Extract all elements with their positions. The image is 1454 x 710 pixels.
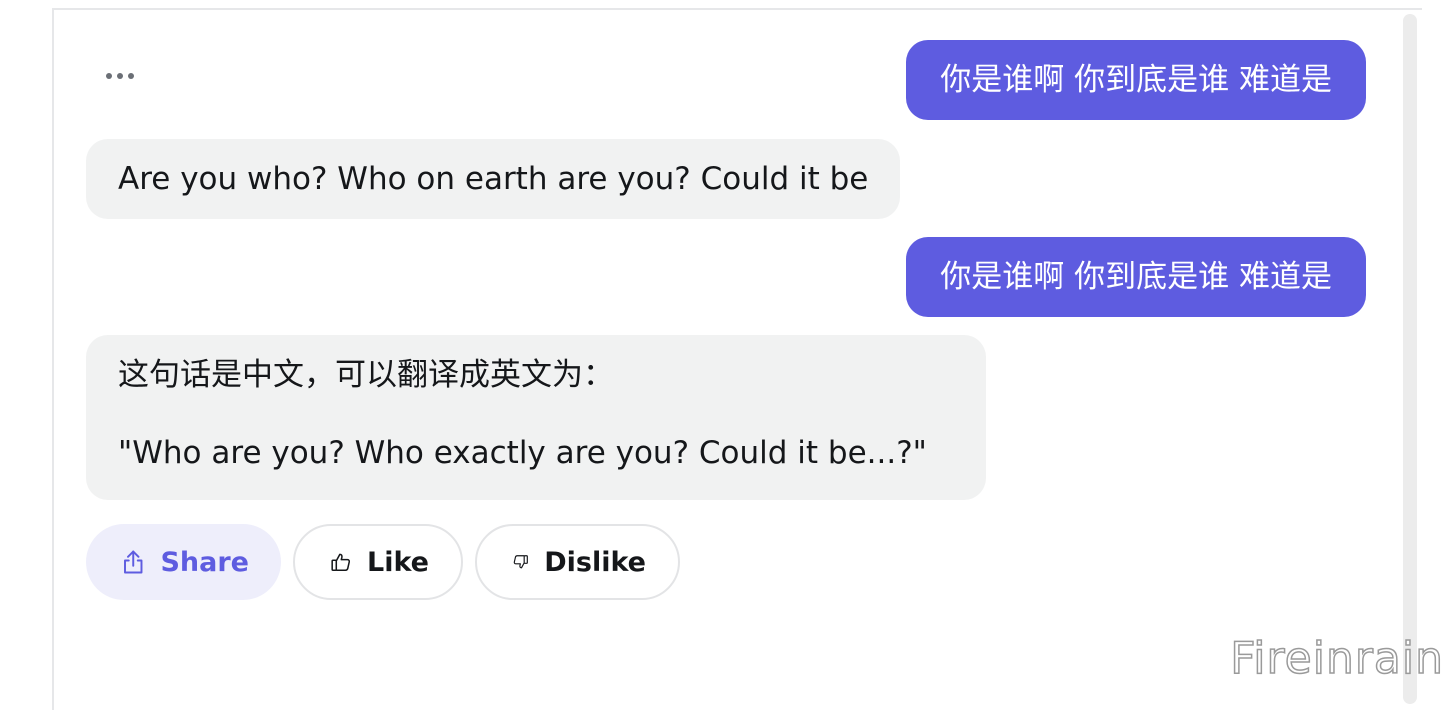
more-dot [128, 73, 134, 79]
assistant-message-line: 这句话是中文，可以翻译成英文为： [118, 355, 954, 395]
thumbs-up-icon [331, 546, 351, 578]
like-label: Like [367, 547, 429, 578]
user-message: 你是谁啊 你到底是谁 难道是 [906, 40, 1366, 120]
assistant-message: Are you who? Who on earth are you? Could… [86, 139, 900, 219]
thumbs-down-icon [513, 546, 528, 578]
message-actions: Share Like Dislike [86, 524, 680, 600]
assistant-message: 这句话是中文，可以翻译成英文为： "Who are you? Who exact… [86, 335, 986, 500]
watermark: Fireinrain [1230, 633, 1444, 684]
assistant-message-text: Are you who? Who on earth are you? Could… [118, 161, 868, 197]
share-icon [122, 545, 144, 579]
assistant-message-line: "Who are you? Who exactly are you? Could… [118, 433, 954, 473]
like-button[interactable]: Like [293, 524, 463, 600]
user-message: 你是谁啊 你到底是谁 难道是 [906, 237, 1366, 317]
dislike-label: Dislike [544, 547, 646, 578]
user-message-text: 你是谁啊 你到底是谁 难道是 [940, 62, 1332, 98]
user-message-text: 你是谁啊 你到底是谁 难道是 [940, 259, 1332, 295]
more-dot [117, 73, 123, 79]
share-label: Share [160, 547, 249, 578]
more-options-icon[interactable] [106, 60, 150, 92]
share-button[interactable]: Share [86, 524, 281, 600]
more-dot [106, 73, 112, 79]
dislike-button[interactable]: Dislike [475, 524, 680, 600]
scrollbar[interactable] [1403, 14, 1417, 704]
